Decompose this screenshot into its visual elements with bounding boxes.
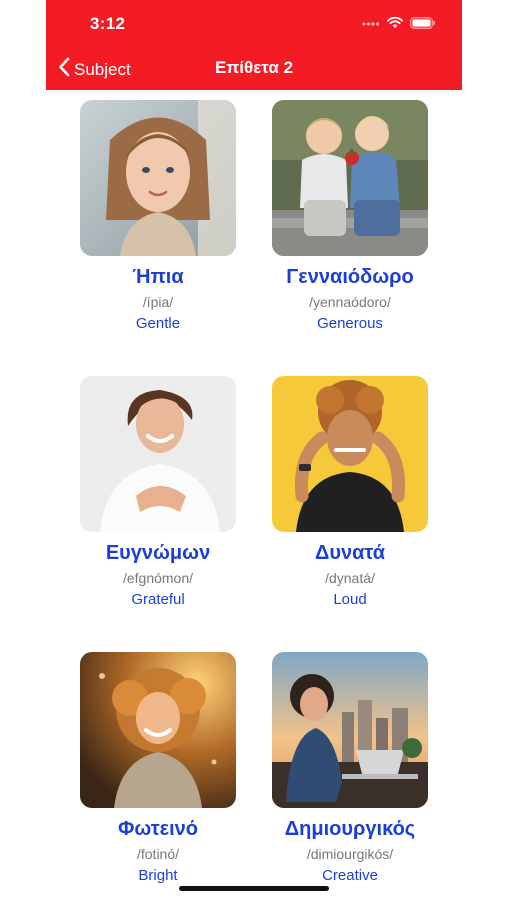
word-card-loud[interactable]: Δυνατά /dynatá/ Loud bbox=[254, 376, 446, 608]
card-translation: Loud bbox=[333, 591, 367, 608]
card-phonetic: /ípia/ bbox=[142, 294, 174, 310]
card-translation: Creative bbox=[322, 867, 378, 884]
card-word: Ευγνώμων bbox=[105, 542, 211, 564]
signal-icon bbox=[362, 16, 380, 34]
card-phonetic: /dynatá/ bbox=[325, 570, 375, 586]
card-word: Δυνατά bbox=[314, 542, 386, 564]
card-phonetic: /efgnómon/ bbox=[122, 570, 194, 586]
card-translation: Generous bbox=[317, 315, 383, 332]
status-time: 3:12 bbox=[90, 14, 126, 33]
app-screen: 3:12 Subject Επίθετα 2 Ήπια /ípia/ Gentl… bbox=[0, 0, 507, 900]
card-phonetic: /yennaódoro/ bbox=[309, 294, 391, 310]
phone-viewport: 3:12 Subject Επίθετα 2 Ήπια /ípia/ Gentl… bbox=[46, 0, 462, 900]
card-image-grateful bbox=[80, 376, 236, 532]
page-title: Επίθετα 2 bbox=[214, 58, 294, 77]
card-phonetic: /dimiourgikós/ bbox=[306, 846, 394, 862]
card-image-bright bbox=[80, 652, 236, 808]
wifi-icon bbox=[387, 16, 403, 34]
word-card-creative[interactable]: Δημιουργικός /dimiourgikós/ Creative bbox=[254, 652, 446, 884]
battery-icon bbox=[410, 16, 436, 34]
card-translation: Gentle bbox=[135, 315, 181, 332]
card-word: Φωτεινό bbox=[117, 818, 199, 840]
header-bar: 3:12 Subject Επίθετα 2 bbox=[46, 0, 462, 90]
home-indicator[interactable] bbox=[179, 886, 329, 891]
word-card-grateful[interactable]: Ευγνώμων /efgnómon/ Grateful bbox=[62, 376, 254, 608]
word-card-bright[interactable]: Φωτεινό /fotinó/ Bright bbox=[62, 652, 254, 884]
card-phonetic: /fotinó/ bbox=[136, 846, 180, 862]
status-icons bbox=[362, 16, 436, 34]
card-image-generous bbox=[272, 100, 428, 256]
card-image-loud bbox=[272, 376, 428, 532]
card-word: Δημιουργικός bbox=[284, 818, 416, 840]
card-image-creative bbox=[272, 652, 428, 808]
card-translation: Grateful bbox=[131, 591, 185, 608]
card-image-gentle bbox=[80, 100, 236, 256]
word-card-gentle[interactable]: Ήπια /ípia/ Gentle bbox=[62, 100, 254, 332]
word-card-generous[interactable]: Γενναιόδωρο /yennaódoro/ Generous bbox=[254, 100, 446, 332]
card-word: Γενναιόδωρο bbox=[286, 266, 414, 288]
card-word: Ήπια bbox=[132, 266, 184, 288]
card-translation: Bright bbox=[138, 867, 178, 884]
